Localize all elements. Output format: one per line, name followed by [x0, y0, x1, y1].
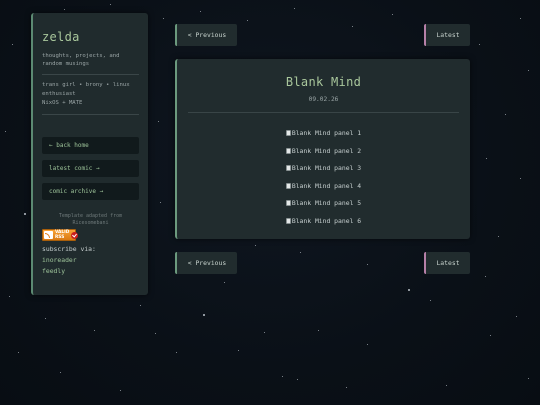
comic-date: 09.02.26 [308, 96, 339, 103]
sidebar-divider [42, 74, 139, 75]
template-credit: Template adapted from Ricesomebani [58, 213, 123, 226]
comic-panel-image: Blank Mind panel 4 [177, 178, 470, 196]
previous-button[interactable]: < Previous [175, 24, 237, 46]
subscribe-label: subscribe via: [42, 245, 96, 253]
broken-image-icon [285, 130, 291, 136]
site-tagline: thoughts, projects, and random musings [42, 53, 120, 67]
comic-panels: Blank Mind panel 1 Blank Mind panel 2 Bl… [177, 125, 470, 230]
feedly-link[interactable]: feedly [42, 267, 139, 275]
comic-panel-image: Blank Mind panel 5 [177, 195, 470, 213]
previous-button[interactable]: < Previous [175, 252, 237, 274]
comic-divider [188, 112, 459, 113]
comic-panel-image: Blank Mind panel 6 [177, 213, 470, 231]
panel-alt-text: Blank Mind panel 6 [291, 216, 362, 225]
panel-alt-text: Blank Mind panel 1 [291, 129, 362, 137]
latest-button[interactable]: Latest [424, 252, 470, 274]
broken-image-icon [285, 182, 291, 189]
inoreader-link[interactable]: inoreader [42, 256, 139, 264]
checkmark-icon [71, 232, 78, 239]
comic-title: Blank Mind [285, 75, 362, 89]
panel-alt-text: Blank Mind panel 3 [291, 164, 362, 172]
latest-button[interactable]: Latest [424, 24, 470, 46]
about-line: trans girl • brony • linux enthusiast [42, 82, 130, 97]
comic-panel-image: Blank Mind panel 2 [177, 143, 470, 161]
comic-card: Blank Mind 09.02.26 Blank Mind panel 1 B… [175, 59, 470, 239]
sidebar: zelda thoughts, projects, and random mus… [31, 13, 148, 295]
system-info: NixOS + MATE [42, 100, 83, 106]
comic-panel-image: Blank Mind panel 3 [177, 160, 470, 178]
valid-rss-badge[interactable]: VALID RSS [42, 229, 78, 241]
back-home-link[interactable]: ← back home [42, 137, 139, 154]
comic-archive-link[interactable]: comic archive → [42, 183, 139, 200]
comic-panel-image: Blank Mind panel 1 [177, 125, 470, 143]
sidebar-divider [42, 114, 139, 115]
page-background: zelda thoughts, projects, and random mus… [0, 0, 540, 405]
panel-alt-text: Blank Mind panel 5 [291, 199, 362, 207]
site-title[interactable]: zelda [42, 30, 139, 44]
panel-alt-text: Blank Mind panel 4 [291, 181, 362, 190]
latest-comic-link[interactable]: latest comic → [42, 160, 139, 177]
broken-image-icon [285, 217, 291, 224]
broken-image-icon [285, 200, 291, 206]
panel-alt-text: Blank Mind panel 2 [291, 146, 362, 155]
broken-image-icon [285, 165, 291, 171]
rss-icon [44, 231, 53, 239]
broken-image-icon [285, 147, 291, 154]
